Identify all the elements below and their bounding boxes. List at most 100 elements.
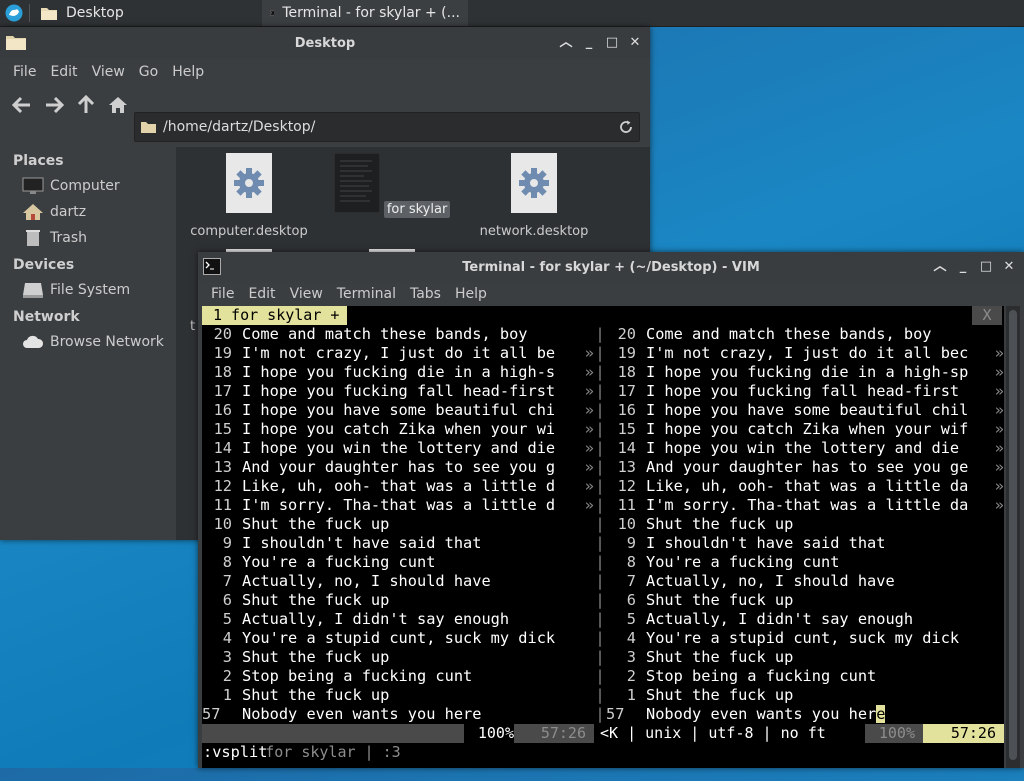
sidebar-item-label: Computer xyxy=(50,178,120,194)
file-name: computer.desktop xyxy=(190,224,308,239)
cloud-icon xyxy=(23,335,44,348)
line-text: Come and match these bands, boy xyxy=(646,325,932,343)
menu-file[interactable]: File xyxy=(6,64,43,80)
line-overflow-marker: » xyxy=(994,477,1004,495)
line-number: 11 xyxy=(213,496,232,514)
sidebar-item-file-system[interactable]: File System xyxy=(0,277,176,303)
line-text: Actually, no, I should have xyxy=(646,572,895,590)
line-text: Shut the fuck up xyxy=(242,686,390,704)
file-manager-titlebar[interactable]: Desktop ︿ _ □ ✕ xyxy=(0,27,650,59)
line-number: 57 xyxy=(202,705,221,723)
arrow-left-icon xyxy=(12,96,30,114)
back-button[interactable] xyxy=(10,93,34,117)
close-button[interactable]: ✕ xyxy=(628,36,642,50)
menu-help[interactable]: Help xyxy=(448,286,494,302)
line-number: 2 xyxy=(626,667,636,685)
vim-line: 6 Shut the fuck up xyxy=(202,591,594,610)
menu-help[interactable]: Help xyxy=(165,64,211,80)
line-text: I hope you win the lottery and die xyxy=(646,439,969,457)
taskbar-item-desktop[interactable]: Desktop xyxy=(32,0,232,26)
sidebar-item-dartz[interactable]: dartz xyxy=(0,199,176,225)
file-name: network.desktop xyxy=(479,224,589,239)
split-bar: | xyxy=(595,515,605,533)
sidebar-item-computer[interactable]: Computer xyxy=(0,173,176,199)
line-overflow-marker: » xyxy=(994,382,1004,400)
shade-button[interactable]: ︿ xyxy=(933,260,947,274)
menu-edit[interactable]: Edit xyxy=(43,64,84,80)
vim-tab-close[interactable]: X xyxy=(972,306,1002,325)
vim-left-pane[interactable]: 20 Come and match these bands, boy 19 I'm n… xyxy=(202,325,594,724)
split-bar: | xyxy=(595,610,605,628)
vim-tab[interactable]: 1 for skylar + xyxy=(202,306,348,325)
partial-label: “ xyxy=(188,539,195,540)
menu-edit[interactable]: Edit xyxy=(241,286,282,302)
vim-line: 11 I'm sorry. Tha-that was a little da » xyxy=(606,496,1004,515)
location-bar[interactable]: /home/dartz/Desktop/ xyxy=(134,112,640,142)
maximize-button[interactable]: □ xyxy=(605,36,619,50)
line-number: 14 xyxy=(213,439,232,457)
vim-line: 7 Actually, no, I should have xyxy=(202,572,594,591)
split-bar: | xyxy=(595,401,605,419)
line-overflow-marker: » xyxy=(584,344,594,362)
menu-file[interactable]: File xyxy=(204,286,241,302)
line-text: I hope you win the lottery and die xyxy=(242,439,556,457)
line-text: I shouldn't have said that xyxy=(242,534,482,552)
vim-editor[interactable]: 1 for skylar + X 20 Come and match these … xyxy=(202,306,1004,768)
line-number: 11 xyxy=(617,496,636,514)
line-number: 10 xyxy=(617,515,636,533)
terminal-titlebar[interactable]: Terminal - for skylar + (~/Desktop) - VI… xyxy=(198,252,1024,282)
sidebar-heading-places: Places xyxy=(13,153,64,169)
menu-view[interactable]: View xyxy=(283,286,330,302)
file-name: for skylar xyxy=(383,201,451,218)
line-number: 13 xyxy=(617,458,636,476)
location-path: /home/dartz/Desktop/ xyxy=(163,119,316,135)
line-text: I hope you have some beautiful chi xyxy=(242,401,556,419)
taskbar-item-terminal[interactable]: Terminal - for skylar + (... xyxy=(262,0,468,26)
sidebar-item-trash[interactable]: Trash xyxy=(0,225,176,251)
menu-go[interactable]: Go xyxy=(132,64,165,80)
line-overflow-marker: » xyxy=(994,458,1004,476)
vim-line: 13 And your daughter has to see you g » xyxy=(202,458,594,477)
menu-tabs[interactable]: Tabs xyxy=(403,286,448,302)
shade-button[interactable]: ︿ xyxy=(559,36,573,50)
maximize-button[interactable]: □ xyxy=(979,260,993,274)
vim-line: 2 Stop being a fucking cunt xyxy=(202,667,594,686)
scrollbar-thumb[interactable] xyxy=(1009,310,1017,760)
minimize-button[interactable]: _ xyxy=(956,260,970,274)
reload-icon[interactable] xyxy=(619,120,633,134)
terminal-menubar: File Edit View Terminal Tabs Help xyxy=(198,282,1024,306)
line-number: 12 xyxy=(617,477,636,495)
line-text: Like, uh, ooh- that was a little da xyxy=(646,477,969,495)
line-number: 18 xyxy=(213,363,232,381)
line-number: 5 xyxy=(626,610,636,628)
up-button[interactable] xyxy=(74,93,98,117)
home-button[interactable] xyxy=(106,93,130,117)
split-bar: | xyxy=(595,534,605,552)
line-overflow-marker: » xyxy=(994,439,1004,457)
line-text: You're a fucking cunt xyxy=(646,553,840,571)
close-button[interactable]: ✕ xyxy=(1002,260,1016,274)
arrow-right-icon xyxy=(46,96,64,114)
app-menu-button[interactable] xyxy=(0,0,27,26)
sidebar: Places Computer dartz Trash Devices File… xyxy=(0,147,176,540)
menu-terminal[interactable]: Terminal xyxy=(330,286,403,302)
terminal-scrollbar[interactable] xyxy=(1006,306,1020,768)
split-bar: | xyxy=(595,591,605,609)
menu-view[interactable]: View xyxy=(85,64,132,80)
line-text: Nobody even wants you her xyxy=(646,705,877,723)
vim-right-pane[interactable]: 20 Come and match these bands, boy 19 I'm n… xyxy=(606,325,1004,724)
split-bar: | xyxy=(595,439,605,457)
line-number: 9 xyxy=(626,534,636,552)
file-for-skylar[interactable]: for skylar xyxy=(322,152,462,218)
top-panel: Desktop Terminal - for skylar + (... xyxy=(0,0,1024,27)
window-title: Desktop xyxy=(294,35,356,51)
vim-command-line[interactable]: :vsplit xyxy=(202,743,267,762)
file-computer-desktop[interactable]: computer.desktop xyxy=(179,153,319,240)
vim-line: 12 Like, uh, ooh- that was a little d » xyxy=(202,477,594,496)
sidebar-item-browse-network[interactable]: Browse Network xyxy=(0,329,176,355)
line-number: 15 xyxy=(213,420,232,438)
file-network-desktop[interactable]: network.desktop xyxy=(464,153,604,240)
minimize-button[interactable]: _ xyxy=(582,36,596,50)
line-text: I'm not crazy, I just do it all be xyxy=(242,344,556,362)
forward-button[interactable] xyxy=(42,93,66,117)
